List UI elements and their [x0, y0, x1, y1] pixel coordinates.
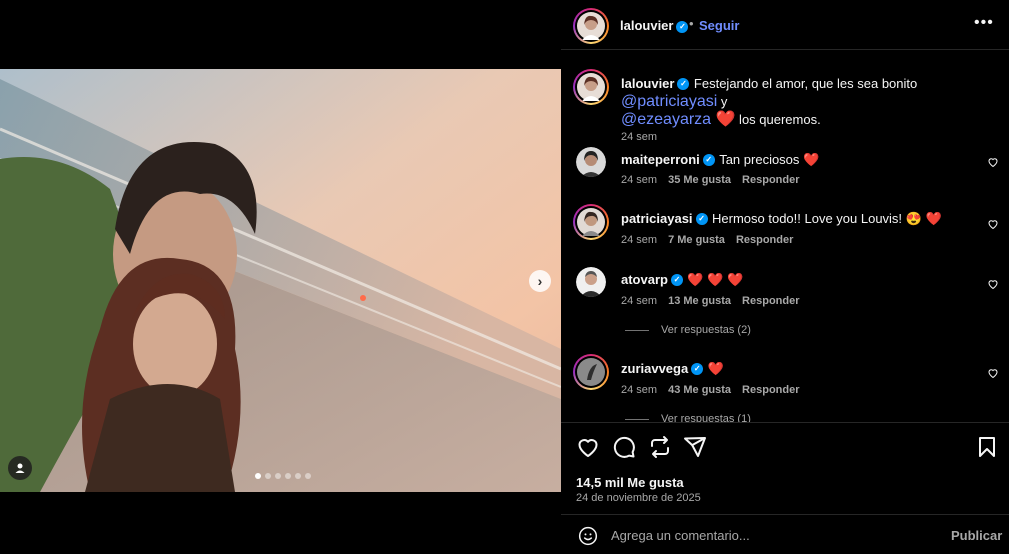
avatar-ring[interactable] — [573, 204, 609, 240]
caption-text-middle: y — [717, 94, 728, 109]
verified-badge-icon: ✓ — [695, 212, 708, 225]
comment-time[interactable]: 24 sem — [621, 384, 657, 396]
reply-button[interactable]: Responder — [742, 384, 799, 396]
comment-likes[interactable]: 35 Me gusta — [668, 174, 731, 186]
comment-input[interactable] — [611, 524, 931, 546]
comment-meta: 24 sem 43 Me gusta Responder — [621, 384, 800, 396]
repost-icon[interactable] — [648, 435, 672, 459]
more-horizontal-icon[interactable]: ••• — [974, 14, 994, 32]
comment-time[interactable]: 24 sem — [621, 174, 657, 186]
like-comment-heart-icon[interactable] — [987, 278, 999, 290]
caption-time[interactable]: 24 sem — [621, 131, 657, 143]
author-username[interactable]: lalouvier ✓ — [620, 18, 689, 33]
avatar-image — [576, 147, 606, 177]
replies-divider-line — [625, 329, 649, 331]
avatar[interactable] — [576, 147, 606, 177]
author-avatar-ring[interactable] — [573, 8, 609, 44]
verified-badge-icon: ✓ — [677, 77, 690, 90]
carousel-dot — [285, 473, 291, 479]
comment-text: ❤️ ❤️ ❤️ — [687, 272, 744, 287]
view-replies-label: Ver respuestas (2) — [661, 324, 751, 336]
avatar-ring[interactable] — [573, 354, 609, 390]
comment-body: patriciayasi ✓ Hermoso todo!! Love you Lo… — [621, 210, 942, 228]
comments-scroll-area[interactable]: lalouvier ✓ Festejando el amor, que les s… — [561, 51, 1009, 422]
view-replies-button[interactable]: Ver respuestas (2) — [625, 324, 751, 336]
carousel-dot — [275, 473, 281, 479]
mention-link[interactable]: @ezeayarza — [621, 111, 711, 128]
like-heart-icon[interactable] — [576, 435, 600, 459]
media-pane: › — [0, 0, 561, 554]
comment-text: Tan preciosos ❤️ — [719, 152, 820, 167]
heart-emoji: ❤️ — [715, 111, 736, 128]
user-icon — [15, 463, 25, 473]
comment-time[interactable]: 24 sem — [621, 295, 657, 307]
avatar-image — [577, 358, 605, 386]
like-comment-heart-icon[interactable] — [987, 218, 999, 230]
caption-text-end: los queremos. — [735, 112, 821, 127]
comment-likes[interactable]: 7 Me gusta — [668, 234, 725, 246]
avatar[interactable] — [576, 267, 606, 297]
post-detail-panel: lalouvier ✓ • Seguir ••• lalouvier ✓ Fes… — [561, 0, 1009, 554]
comment-body: zuriavvega ✓ ❤️ — [621, 360, 724, 378]
avatar — [577, 73, 605, 101]
comment-icon[interactable] — [612, 435, 636, 459]
view-replies-label: Ver respuestas (1) — [661, 413, 751, 422]
verified-badge-icon: ✓ — [702, 153, 715, 166]
carousel-dot — [255, 473, 261, 479]
like-comment-heart-icon[interactable] — [987, 367, 999, 379]
carousel-next-button[interactable]: › — [529, 270, 551, 292]
reply-button[interactable]: Responder — [736, 234, 793, 246]
carousel-dot — [295, 473, 301, 479]
reply-button[interactable]: Responder — [742, 295, 799, 307]
post-header: lalouvier ✓ • Seguir ••• — [561, 0, 1009, 50]
caption-meta: 24 sem — [621, 131, 657, 143]
like-comment-heart-icon[interactable] — [987, 156, 999, 168]
chevron-right-icon: › — [537, 273, 543, 289]
add-comment-bar: Publicar — [561, 514, 1009, 554]
avatar-image — [577, 208, 605, 236]
comment-username[interactable]: patriciayasi — [621, 211, 693, 226]
tagged-users-button[interactable] — [8, 456, 32, 480]
comment-likes[interactable]: 43 Me gusta — [668, 384, 731, 396]
comment-time[interactable]: 24 sem — [621, 234, 657, 246]
verified-badge-icon: ✓ — [676, 20, 689, 33]
comment-body: atovarp ✓ ❤️ ❤️ ❤️ — [621, 271, 743, 289]
avatar-image — [576, 267, 606, 297]
carousel-dot — [305, 473, 311, 479]
post-date: 24 de noviembre de 2025 — [576, 492, 701, 504]
comment-body: maiteperroni ✓ Tan preciosos ❤️ — [621, 151, 819, 169]
replies-divider-line — [625, 418, 649, 420]
publish-button[interactable]: Publicar — [951, 528, 1002, 543]
reply-button[interactable]: Responder — [742, 174, 799, 186]
verified-badge-icon: ✓ — [670, 273, 683, 286]
caption-text: Festejando el amor, que les sea bonito — [693, 76, 918, 91]
comment-username[interactable]: atovarp — [621, 272, 668, 287]
post-actions: 14,5 mil Me gusta 24 de noviembre de 202… — [561, 422, 1009, 514]
carousel-dot — [265, 473, 271, 479]
photo-illustration — [0, 69, 561, 492]
comment-meta: 24 sem 13 Me gusta Responder — [621, 295, 800, 307]
comment-meta: 24 sem 35 Me gusta Responder — [621, 174, 800, 186]
likes-count[interactable]: 14,5 mil Me gusta — [576, 475, 684, 490]
carousel-dots — [255, 473, 311, 479]
post-photo[interactable] — [0, 69, 561, 492]
avatar — [577, 12, 605, 40]
comment-meta: 24 sem 7 Me gusta Responder — [621, 234, 793, 246]
emoji-icon[interactable] — [578, 526, 598, 546]
caption-text-block: lalouvier ✓ Festejando el amor, que les s… — [621, 75, 996, 129]
caption-avatar-ring[interactable] — [573, 69, 609, 105]
comment-likes[interactable]: 13 Me gusta — [668, 295, 731, 307]
follow-button[interactable]: Seguir — [699, 18, 739, 33]
comment-text: Hermoso todo!! Love you Louvis! 😍 ❤️ — [712, 211, 942, 226]
comment-text: ❤️ — [707, 361, 724, 376]
mention-link[interactable]: @patriciayasi — [621, 93, 717, 110]
caption-username[interactable]: lalouvier — [621, 76, 674, 91]
view-replies-button[interactable]: Ver respuestas (1) — [625, 413, 751, 422]
verified-badge-icon: ✓ — [691, 362, 704, 375]
comment-username[interactable]: maiteperroni — [621, 152, 700, 167]
separator-dot: • — [689, 16, 694, 31]
share-send-icon[interactable] — [683, 435, 707, 459]
save-bookmark-icon[interactable] — [975, 435, 999, 459]
comment-username[interactable]: zuriavvega — [621, 361, 688, 376]
